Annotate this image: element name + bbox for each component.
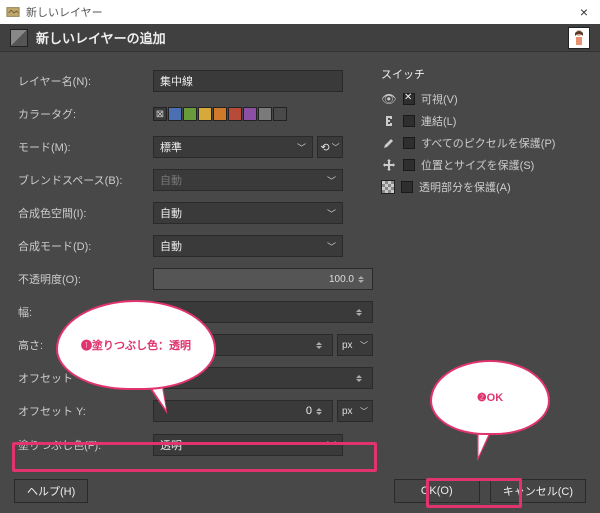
height-unit-select[interactable]: px ﹀ [337,334,373,356]
chevron-down-icon: ﹀ [327,174,336,187]
annotation-callout-ok: ❷OK [430,360,550,435]
composite-space-select[interactable]: 自動 ﹀ [153,202,343,224]
window-title: 新しいレイヤー [26,4,103,20]
color-tag-swatch[interactable] [273,107,287,121]
linked-checkbox[interactable] [403,115,415,127]
color-tag-swatch[interactable] [198,107,212,121]
row-blend-space: ブレンドスペース(B): 自動 ﹀ [18,165,373,195]
chevron-down-icon: ﹀ [360,340,368,351]
unit-label: px [342,406,353,417]
chevron-down-icon: ﹀ [327,207,336,220]
label-color-tag: カラータグ: [18,106,153,122]
annotation-text: ❷OK [477,391,503,404]
label-composite-space: 合成色空間(I): [18,205,153,221]
brush-icon [381,136,397,150]
mode-value: 標準 [160,139,182,155]
color-tag-swatch[interactable] [228,107,242,121]
color-tag-swatches: ⊠ [153,107,287,121]
undo-icon: ⟲ [320,141,329,154]
chevron-down-icon: ﹀ [297,141,306,154]
alpha-icon [381,180,395,194]
row-offset-y: オフセット Y: 0 px ﹀ [18,396,373,426]
mode-history-button[interactable]: ⟲﹀ [317,136,343,158]
new-layer-icon [10,29,28,47]
composite-mode-select[interactable]: 自動 ﹀ [153,235,343,257]
app-icon [6,5,20,19]
chevron-down-icon: ﹀ [360,406,368,417]
opacity-value: 100.0 [329,274,354,285]
visible-checkbox[interactable] [403,93,415,105]
annotation-text: ❶塗りつぶし色：透明 [81,337,191,353]
color-tag-none[interactable]: ⊠ [153,107,167,121]
switch-label: 透明部分を保護(A) [419,179,511,195]
blend-space-value: 自動 [160,172,182,188]
dialog-window: 新しいレイヤー × 新しいレイヤーの追加 レイヤー名(N): カラータグ: ⊠ [0,0,600,513]
switches-title: スイッチ [381,66,588,82]
label-layer-name: レイヤー名(N): [18,73,153,89]
chevron-down-icon: ﹀ [327,240,336,253]
row-color-tag: カラータグ: ⊠ [18,99,373,129]
switch-label: すべてのピクセルを保護(P) [421,135,555,151]
lock-alpha-checkbox[interactable] [401,181,413,193]
offset-unit-select[interactable]: px ﹀ [337,400,373,422]
row-layer-name: レイヤー名(N): [18,66,373,96]
offset-y-value: 0 [306,405,312,417]
switch-lock-alpha: 透明部分を保護(A) [381,176,588,198]
opacity-spinner[interactable] [358,276,368,283]
avatar [568,27,590,49]
help-button[interactable]: ヘルプ(H) [14,479,88,503]
color-tag-swatch[interactable] [168,107,182,121]
label-opacity: 不透明度(O): [18,271,153,287]
annotation-highlight-ok [426,478,522,508]
color-tag-swatch[interactable] [258,107,272,121]
row-composite-space: 合成色空間(I): 自動 ﹀ [18,198,373,228]
row-mode: モード(M): 標準﹀ ⟲﹀ [18,132,373,162]
switch-lock-position: 位置とサイズを保護(S) [381,154,588,176]
row-opacity: 不透明度(O): 100.0 [18,264,373,294]
label-offset-y: オフセット Y: [18,403,153,419]
label-mode: モード(M): [18,139,153,155]
label-blend-space: ブレンドスペース(B): [18,172,153,188]
titlebar: 新しいレイヤー × [0,0,600,24]
dialog-title: 新しいレイヤーの追加 [36,28,568,47]
left-column: レイヤー名(N): カラータグ: ⊠ [18,66,373,463]
composite-space-value: 自動 [160,205,182,221]
height-spinner[interactable] [316,342,326,349]
width-spinner[interactable] [356,309,366,316]
switch-label: 可視(V) [421,91,458,107]
switch-visible: 👁 可視(V) [381,88,588,110]
mode-select[interactable]: 標準 ﹀ [153,136,313,158]
annotation-callout-fill: ❶塗りつぶし色：透明 [56,300,216,390]
unit-label: px [342,340,353,351]
annotation-highlight-fill [12,442,377,472]
switch-label: 連結(L) [421,113,456,129]
switch-lock-pixels: すべてのピクセルを保護(P) [381,132,588,154]
link-icon [381,114,397,128]
eye-icon: 👁 [381,92,397,106]
close-icon[interactable]: × [574,4,594,20]
composite-mode-value: 自動 [160,238,182,254]
lock-pixels-checkbox[interactable] [403,137,415,149]
switch-label: 位置とサイズを保護(S) [421,157,534,173]
row-composite-mode: 合成モード(D): 自動 ﹀ [18,231,373,261]
layer-name-input[interactable] [153,70,343,92]
color-tag-swatch[interactable] [243,107,257,121]
opacity-slider[interactable]: 100.0 [153,268,373,290]
label-composite-mode: 合成モード(D): [18,238,153,254]
switch-linked: 連結(L) [381,110,588,132]
offset-y-input[interactable]: 0 [153,400,333,422]
lock-position-checkbox[interactable] [403,159,415,171]
color-tag-swatch[interactable] [213,107,227,121]
dialog-header: 新しいレイヤーの追加 [0,24,600,52]
chevron-down-icon: ﹀ [332,142,340,153]
color-tag-swatch[interactable] [183,107,197,121]
blend-space-select: 自動 ﹀ [153,169,343,191]
move-icon [381,158,397,172]
